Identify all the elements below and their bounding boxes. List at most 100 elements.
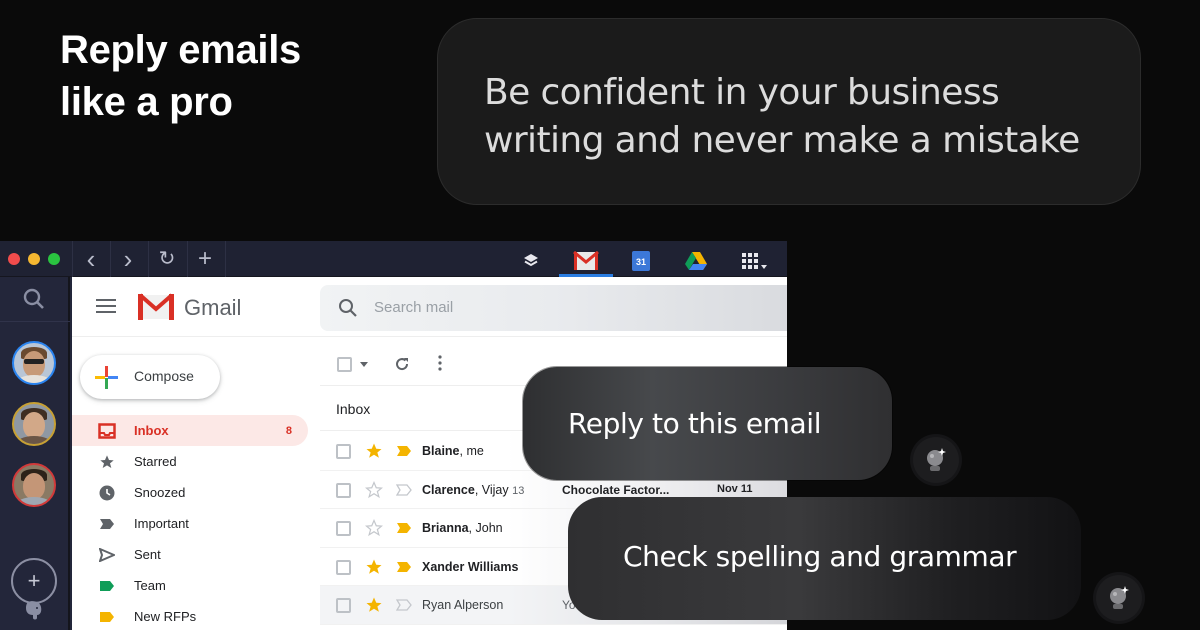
nav-item-team[interactable]: Team [72,570,308,601]
maximize-window-button[interactable] [48,253,60,265]
minimize-window-button[interactable] [28,253,40,265]
nav-item-label: Important [134,516,189,531]
star-outline-icon[interactable] [365,519,383,537]
important-marker-icon[interactable] [396,522,412,534]
compose-plus-icon [95,366,118,389]
divider [187,241,188,277]
back-button[interactable]: ‹ [79,244,103,274]
search-placeholder: Search mail [374,299,454,316]
nav-item-snoozed[interactable]: Snoozed [72,477,308,508]
divider [225,241,226,277]
compose-label: Compose [134,368,194,384]
nav-item-new-rfps[interactable]: New RFPs [72,601,308,630]
refresh-icon[interactable] [394,356,410,372]
nav-item-inbox[interactable]: Inbox 8 [72,415,308,446]
tab-apps[interactable] [728,245,782,277]
plus-icon: + [197,245,212,272]
row-checkbox[interactable] [336,444,351,459]
email-subject: Chocolate Factor... [562,482,670,497]
nav-item-label: Team [134,578,166,593]
more-options-icon[interactable] [438,355,442,371]
nav-item-label: Snoozed [134,485,186,500]
select-dropdown-icon[interactable] [360,362,368,367]
star-filled-icon[interactable] [365,596,383,614]
divider [72,241,73,277]
tab-gmail[interactable] [559,245,613,277]
nav-item-label: Inbox [134,423,169,438]
tab-calendar[interactable]: 31 [614,245,668,277]
nav-item-label: New RFPs [134,609,197,624]
nav-item-label: Sent [134,547,161,562]
headline-line-1: Reply emails [60,28,301,72]
account-avatar-1[interactable] [12,341,56,385]
select-all-checkbox[interactable] [337,357,352,372]
divider [148,241,149,277]
gmail-nav: Inbox 8 Starred Snoozed Important Sent T… [72,415,308,630]
reload-button[interactable]: ↻ [155,247,179,271]
chevron-right-icon: › [123,244,133,274]
row-checkbox[interactable] [336,482,351,498]
account-avatar-3[interactable] [12,463,56,507]
account-avatar-2[interactable] [12,402,56,446]
chevron-left-icon: ‹ [86,244,96,274]
nav-item-starred[interactable]: Starred [72,446,308,477]
row-checkbox[interactable] [336,559,351,575]
evernote-icon[interactable] [22,598,46,622]
important-marker-icon[interactable] [396,445,412,457]
important-icon [100,518,114,529]
label-icon [100,611,114,622]
crystal-ball-icon [927,448,946,471]
email-sender: Brianna, John [422,521,503,535]
nav-item-important[interactable]: Important [72,508,308,539]
tagline-line-1: Be confident in your business [484,72,1000,113]
important-marker-icon[interactable] [396,561,412,573]
gmail-wordmark: Gmail [184,295,242,320]
ai-assistant-orb[interactable] [913,437,959,483]
star-filled-icon[interactable] [365,558,383,576]
label-icon [100,580,114,591]
star-icon [100,454,114,468]
calendar-icon: 31 [632,251,650,271]
check-spelling-prompt-bubble[interactable]: Check spelling and grammar [568,497,1081,620]
tab-layers[interactable] [504,245,558,277]
tab-drive[interactable] [669,245,723,277]
compose-button[interactable]: Compose [80,355,220,399]
headline-line-2: like a pro [60,80,233,124]
tagline-line-2: writing and never make a mistake [484,120,1080,161]
forward-button[interactable]: › [116,244,140,274]
star-filled-icon[interactable] [365,442,383,460]
title-bar: ‹ › ↻ + 31 [0,241,787,277]
email-sender: Clarence, Vijay 13 [422,482,525,497]
crystal-ball-icon [1110,586,1129,609]
email-sender: Blaine, me [422,444,484,458]
ai-assistant-orb[interactable] [1096,575,1142,621]
main-menu-button[interactable] [96,299,116,315]
important-outline-icon[interactable] [396,599,412,611]
nav-item-sent[interactable]: Sent [72,539,308,570]
check-spelling-prompt-text: Check spelling and grammar [623,540,1017,573]
nav-item-label: Starred [134,454,177,469]
apps-grid-icon [742,253,767,269]
refresh-icon: ↻ [158,248,176,270]
divider [110,241,111,277]
send-icon [99,547,115,562]
star-outline-icon[interactable] [365,480,383,499]
account-rail: + [0,277,70,630]
row-checkbox[interactable] [336,598,351,613]
email-date: Nov 11 [717,482,753,495]
divider [0,321,70,322]
search-mail-input[interactable]: Search mail [320,285,787,331]
unread-count: 8 [285,424,292,437]
email-sender: Ryan Alperson [422,598,504,612]
search-icon[interactable] [22,287,46,311]
new-tab-button[interactable]: + [193,247,217,271]
reply-prompt-bubble[interactable]: Reply to this email [523,367,892,480]
important-outline-icon[interactable] [396,483,412,496]
row-checkbox[interactable] [336,521,351,536]
gmail-icon [573,251,599,270]
tagline-text: Be confident in your business writing an… [484,69,1080,165]
close-window-button[interactable] [8,253,20,265]
plus-icon: + [27,568,41,593]
gmail-header: Gmail Search mail [72,277,787,337]
inbox-tab-label: Inbox [336,401,371,417]
